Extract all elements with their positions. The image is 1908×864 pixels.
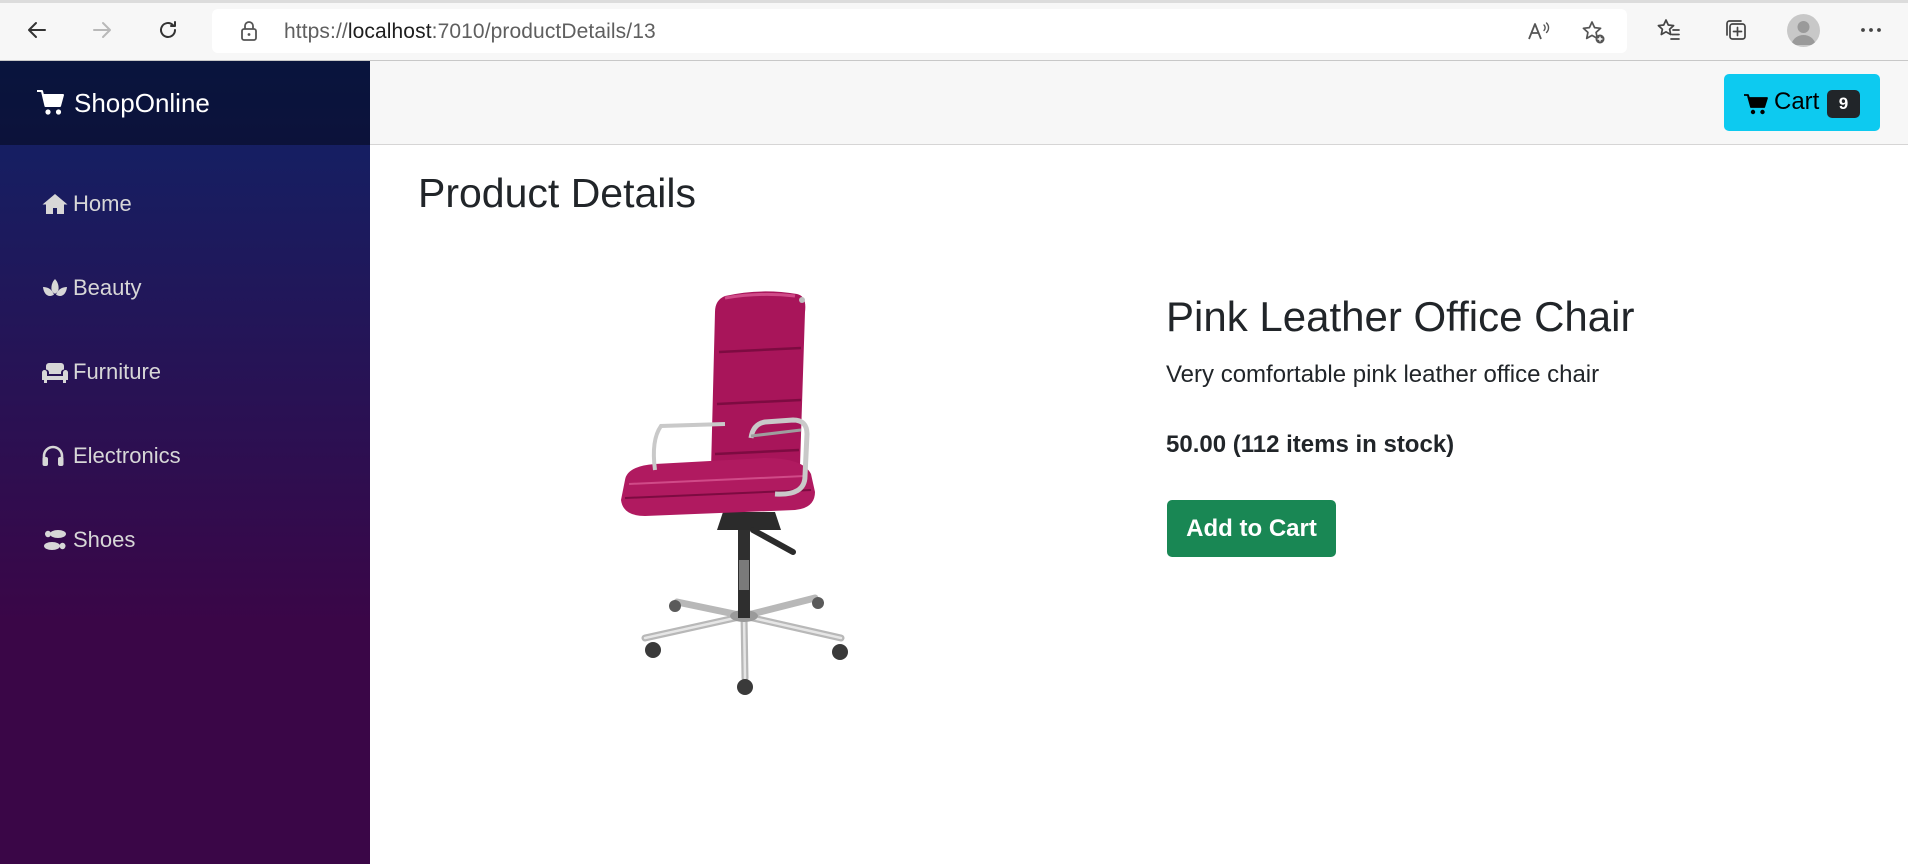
sidebar-item-label: Furniture xyxy=(73,359,162,384)
sidebar-item-label: Home xyxy=(73,191,132,216)
lock-icon[interactable] xyxy=(238,20,260,42)
sidebar-item-home[interactable]: Home xyxy=(0,173,370,233)
home-icon xyxy=(42,194,68,214)
profile-avatar[interactable] xyxy=(1787,14,1820,47)
page-title: Product Details xyxy=(418,170,697,216)
tab-strip-edge xyxy=(0,0,1908,3)
cart-button[interactable]: Cart 9 xyxy=(1724,74,1880,131)
chair-base-graphic xyxy=(641,512,848,695)
address-bar[interactable]: https://localhost:7010/productDetails/13 xyxy=(212,9,1627,53)
favorites-list-icon xyxy=(1657,19,1680,40)
browser-toolbar: https://localhost:7010/productDetails/13 xyxy=(0,0,1908,61)
more-dots-icon xyxy=(1861,28,1881,32)
product-description: Very comfortable pink leather office cha… xyxy=(1166,361,1600,388)
couch-icon xyxy=(42,363,68,383)
favorites-button[interactable] xyxy=(1653,14,1685,46)
profile-icon xyxy=(1791,21,1816,45)
shoe-prints-icon xyxy=(44,530,66,550)
refresh-icon xyxy=(160,21,176,38)
read-aloud-icon[interactable] xyxy=(1525,19,1551,45)
url-host: localhost xyxy=(347,20,432,43)
cart-icon xyxy=(1744,94,1768,115)
url-text[interactable]: https://localhost:7010/productDetails/13 xyxy=(284,20,656,44)
forward-button[interactable] xyxy=(84,12,120,48)
sidebar-item-furniture[interactable]: Furniture xyxy=(0,341,370,401)
cart-count-badge: 9 xyxy=(1827,90,1860,118)
brand-bar[interactable]: ShopOnline xyxy=(0,61,370,145)
settings-more-button[interactable] xyxy=(1855,14,1887,46)
sidebar-item-label: Shoes xyxy=(73,527,136,552)
cart-label: Cart xyxy=(1774,88,1820,115)
back-arrow-icon xyxy=(28,22,46,38)
add-to-cart-button[interactable]: Add to Cart xyxy=(1167,500,1336,557)
url-prefix: https:// xyxy=(284,20,348,43)
top-row: Cart 9 xyxy=(370,61,1908,145)
url-path: :7010/productDetails/13 xyxy=(431,20,656,43)
refresh-button[interactable] xyxy=(150,12,186,48)
brand-name: ShopOnline xyxy=(74,88,210,118)
sidebar-item-electronics[interactable]: Electronics xyxy=(0,425,370,485)
forward-arrow-icon xyxy=(93,22,111,38)
collections-button[interactable] xyxy=(1720,14,1752,46)
sidebar-item-label: Beauty xyxy=(73,275,142,300)
product-name: Pink Leather Office Chair xyxy=(1166,293,1635,340)
back-button[interactable] xyxy=(19,12,55,48)
chair-seat-graphic xyxy=(621,291,815,516)
sidebar: ShopOnline Home Beauty Furniture Electro… xyxy=(0,61,370,864)
shopping-cart-icon xyxy=(37,90,64,115)
add-favorite-icon[interactable] xyxy=(1580,19,1606,45)
sidebar-item-label: Electronics xyxy=(73,443,181,468)
sidebar-item-beauty[interactable]: Beauty xyxy=(0,257,370,317)
spa-icon xyxy=(43,279,67,296)
collections-icon xyxy=(1726,20,1746,40)
product-image xyxy=(621,291,848,695)
sidebar-item-shoes[interactable]: Shoes xyxy=(0,509,370,569)
headphones-icon xyxy=(42,445,64,466)
product-price: 50.00 (112 items in stock) xyxy=(1166,431,1455,458)
